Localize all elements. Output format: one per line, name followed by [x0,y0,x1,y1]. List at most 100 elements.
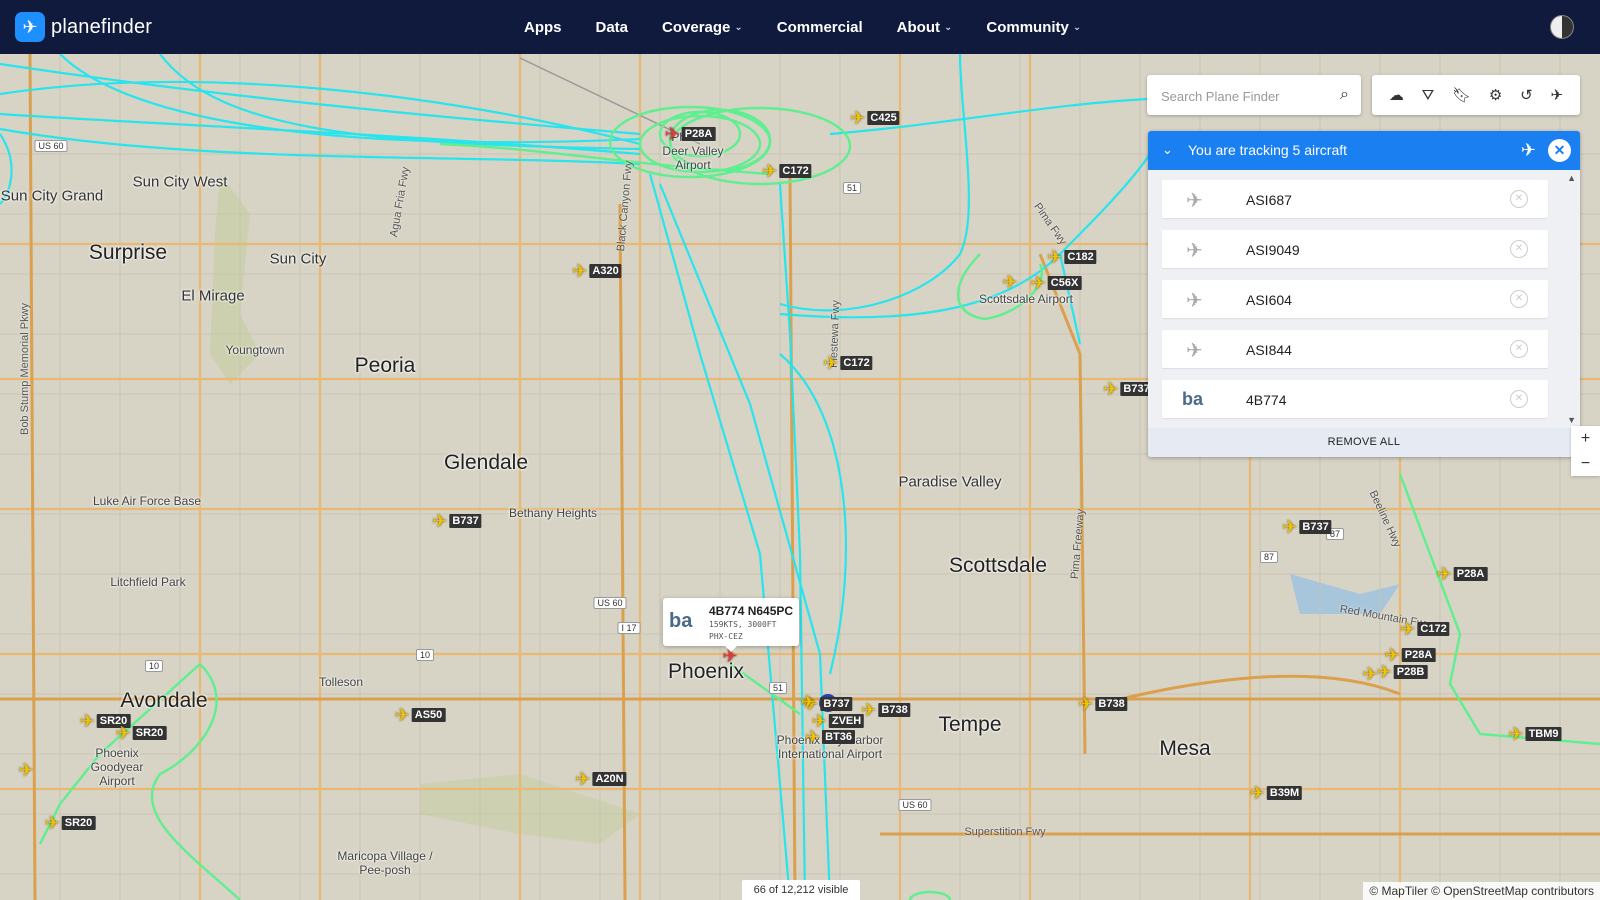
chevron-down-icon: ⌄ [1072,21,1082,33]
highway-shield: 51 [842,182,862,194]
tracked-aircraft-item[interactable]: ✈ ASI687 ✕ [1162,180,1548,218]
tracking-title: You are tracking 5 aircraft [1188,142,1348,158]
planefinder-logo[interactable]: ✈ planefinder [15,12,152,42]
chevron-down-icon: ⌄ [943,21,953,33]
aircraft-marker[interactable]: ✈ B737 [1282,518,1332,536]
nav-coverage[interactable]: Coverage ⌄ [662,19,743,36]
plane-icon: ✈ [1078,694,1094,714]
plane-icon: ✈ [1186,290,1203,312]
aircraft-marker[interactable]: ✈ [800,693,815,711]
remove-icon[interactable]: ✕ [1510,290,1528,308]
plane-icon: ✈ [575,769,591,789]
aircraft-marker[interactable]: ✈ C56X [1031,274,1082,292]
aircraft-marker[interactable]: ✈ A20N [575,769,627,789]
plane-icon: ✈ [1508,724,1524,744]
aircraft-marker[interactable]: ✈ C172 [823,353,873,373]
user-avatar[interactable] [1550,15,1574,39]
aircraft-marker[interactable]: ✈ B738 [861,701,911,719]
aircraft-marker[interactable]: ✈ C425 [850,108,900,128]
bookmark-icon[interactable]: 🔖︎ [1452,86,1471,104]
aircraft-marker[interactable]: ✈ TBM9 [1508,724,1562,744]
aircraft-marker[interactable]: ✈ B737 [432,512,482,530]
tracked-aircraft-item[interactable]: ✈ ASI9049 ✕ [1162,230,1548,268]
aircraft-marker[interactable]: ✈ B737 [1103,380,1153,398]
aircraft-marker[interactable]: ✈ BT36 [805,728,855,746]
place-phoenix-goodyear-airport: Phoenix Goodyear Airport [90,746,144,788]
nav-commercial[interactable]: Commercial [777,19,863,36]
nav-data[interactable]: Data [596,19,629,36]
aircraft-label: P28A [1401,648,1436,662]
search-box: ⌕ [1147,75,1361,115]
remove-icon[interactable]: ✕ [1510,340,1528,358]
plane-icon: ✈ [664,124,680,144]
aircraft-marker[interactable]: ✈ P28A [1385,646,1436,664]
planefinder-logo-icon: ✈ [15,12,45,42]
place-peoria: Peoria [354,354,416,377]
tracked-aircraft-list: ✈ ASI687 ✕ ✈ ASI9049 ✕ ✈ ASI604 ✕ ✈ ASI8… [1162,180,1548,430]
aircraft-marker[interactable]: ✈ C182 [1047,248,1097,266]
search-input[interactable] [1159,85,1323,107]
chevron-down-icon[interactable]: ⌄ [1162,142,1173,158]
aircraft-marker[interactable]: ✈ [18,761,33,779]
zoom-out-button[interactable]: − [1571,451,1600,476]
zoom-control: + − [1571,426,1600,476]
aircraft-label: SR20 [132,726,167,740]
tracked-aircraft-item[interactable]: ✈ ASI844 ✕ [1162,330,1548,368]
plane-icon: ✈ [850,108,866,128]
plane-icon: ✈ [1186,340,1203,362]
history-icon[interactable]: ↺ [1520,86,1533,104]
aircraft-marker[interactable]: ✈ A320 [572,262,622,280]
plane-icon: ✈ [1400,619,1416,639]
aircraft-label: B39M [1266,786,1303,800]
tracked-aircraft-label: 4B774 [1246,392,1287,408]
tracked-aircraft-item[interactable]: ba 4B774 ✕ [1162,380,1548,418]
aircraft-marker[interactable]: ✈ B39M [1250,784,1303,802]
plane-icon: ✈ [823,353,839,373]
scroll-up-icon[interactable]: ▲ [1567,173,1576,183]
remove-icon[interactable]: ✕ [1510,390,1528,408]
visible-aircraft-count: 66 of 12,212 visible [742,880,860,900]
scroll-down-icon[interactable]: ▼ [1567,415,1576,425]
aircraft-marker[interactable]: ✈ AS50 [395,706,446,724]
popup-title: 4B774 N645PC [709,604,794,618]
place-sun-city-grand: Sun City Grand [0,187,104,205]
nav-about[interactable]: About ⌄ [897,19,953,36]
aircraft-marker[interactable]: ✈ [1362,665,1377,683]
zoom-in-button[interactable]: + [1571,426,1600,451]
road-label: Bob Stump Memorial Pkwy [19,302,31,436]
plane-icon: ✈ [762,161,778,181]
nav-community[interactable]: Community ⌄ [986,19,1081,36]
close-icon[interactable]: ✕ [1548,139,1571,162]
remove-icon[interactable]: ✕ [1510,190,1528,208]
aircraft-label: P28A [1453,567,1488,581]
plane-settings-icon[interactable]: ✈ [1550,86,1563,104]
aircraft-popup[interactable]: ba 4B774 N645PC 159KTS, 3000FT PHX-CEZ [663,598,799,652]
map-attribution[interactable]: © MapTiler © OpenStreetMap contributors [1363,882,1600,900]
place-maricopa-village: Maricopa Village / Pee-posh [337,849,433,877]
tracked-aircraft-label: ASI844 [1246,342,1292,358]
aircraft-marker[interactable]: ✈ P28A [665,125,716,143]
place-youngtown: Youngtown [225,343,285,357]
aircraft-marker[interactable]: ✈ SR20 [116,724,167,742]
remove-icon[interactable]: ✕ [1510,240,1528,258]
highway-shield: US 60 [34,140,68,152]
plane-icon[interactable]: ✈ [1521,140,1536,161]
search-icon[interactable]: ⌕ [1340,86,1349,104]
aircraft-marker[interactable]: ✈ C172 [1400,619,1450,639]
aircraft-label: B737 [1299,520,1332,534]
aircraft-marker[interactable]: ✈ [1002,273,1017,291]
aircraft-label: B738 [1095,697,1128,711]
nav-apps[interactable]: Apps [524,19,562,36]
settings-icon[interactable]: ⚙ [1489,86,1502,104]
aircraft-marker[interactable]: ✈ P28A [1437,565,1488,583]
aircraft-marker[interactable]: ✈ C172 [762,161,812,181]
remove-all-button[interactable]: REMOVE ALL [1148,428,1580,457]
aircraft-marker[interactable]: ✈ P28B [1377,663,1428,681]
aircraft-marker[interactable]: ✈ B738 [1078,694,1128,714]
place-luke-afb: Luke Air Force Base [92,494,202,508]
filter-icon[interactable]: ⛛ [1422,87,1435,104]
aircraft-marker[interactable]: ✈ SR20 [45,814,96,832]
plane-icon: ✈ [1436,564,1452,584]
tracked-aircraft-item[interactable]: ✈ ASI604 ✕ [1162,280,1548,318]
cloud-icon[interactable]: ☁ [1389,86,1404,104]
